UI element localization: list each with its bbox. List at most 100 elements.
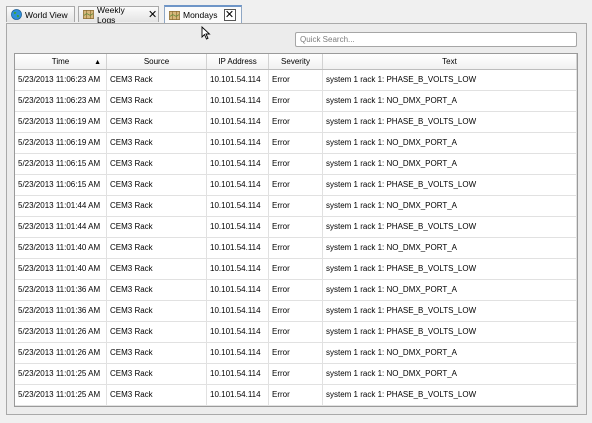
- cell-ip-address: 10.101.54.114: [207, 70, 269, 90]
- column-header-source[interactable]: Source: [107, 54, 207, 69]
- map-icon: [169, 10, 180, 20]
- cell-severity: Error: [269, 322, 323, 342]
- table-body: 5/23/2013 11:06:23 AM CEM3 Rack 10.101.54.…: [15, 70, 577, 406]
- table-row[interactable]: 5/23/2013 11:06:15 AM CEM3 Rack 10.101.54.…: [15, 175, 577, 196]
- cell-severity: Error: [269, 133, 323, 153]
- cell-source: CEM3 Rack: [107, 217, 207, 237]
- cell-time: 5/23/2013 11:01:26 AM: [15, 343, 107, 363]
- table-row[interactable]: 5/23/2013 11:06:23 AM CEM3 Rack 10.101.54.…: [15, 91, 577, 112]
- column-header-severity[interactable]: Severity: [269, 54, 323, 69]
- cell-time: 5/23/2013 11:01:25 AM: [15, 364, 107, 384]
- cell-source: CEM3 Rack: [107, 196, 207, 216]
- cell-severity: Error: [269, 70, 323, 90]
- cell-text: system 1 rack 1: PHASE_B_VOLTS_LOW: [323, 301, 577, 321]
- tab-label: Weekly Logs: [97, 4, 125, 25]
- cell-severity: Error: [269, 196, 323, 216]
- table-row[interactable]: 5/23/2013 11:06:19 AM CEM3 Rack 10.101.54.…: [15, 112, 577, 133]
- cell-time: 5/23/2013 11:01:36 AM: [15, 301, 107, 321]
- table-row[interactable]: 5/23/2013 11:01:36 AM CEM3 Rack 10.101.54.…: [15, 301, 577, 322]
- cell-source: CEM3 Rack: [107, 385, 207, 405]
- cell-time: 5/23/2013 11:01:25 AM: [15, 385, 107, 405]
- search-input[interactable]: [295, 32, 577, 47]
- table-row[interactable]: 5/23/2013 11:06:15 AM CEM3 Rack 10.101.54.…: [15, 154, 577, 175]
- cell-source: CEM3 Rack: [107, 364, 207, 384]
- cell-ip-address: 10.101.54.114: [207, 385, 269, 405]
- cell-severity: Error: [269, 343, 323, 363]
- cell-severity: Error: [269, 175, 323, 195]
- cell-text: system 1 rack 1: NO_DMX_PORT_A: [323, 154, 577, 174]
- map-icon: [83, 10, 94, 19]
- cell-ip-address: 10.101.54.114: [207, 280, 269, 300]
- cell-ip-address: 10.101.54.114: [207, 217, 269, 237]
- cell-time: 5/23/2013 11:01:44 AM: [15, 196, 107, 216]
- cell-ip-address: 10.101.54.114: [207, 154, 269, 174]
- table-row[interactable]: 5/23/2013 11:01:44 AM CEM3 Rack 10.101.54.…: [15, 196, 577, 217]
- cell-time: 5/23/2013 11:06:15 AM: [15, 175, 107, 195]
- table-row[interactable]: 5/23/2013 11:01:36 AM CEM3 Rack 10.101.54.…: [15, 280, 577, 301]
- cell-source: CEM3 Rack: [107, 322, 207, 342]
- table-row[interactable]: 5/23/2013 11:06:23 AM CEM3 Rack 10.101.54.…: [15, 70, 577, 91]
- cell-ip-address: 10.101.54.114: [207, 301, 269, 321]
- cell-ip-address: 10.101.54.114: [207, 175, 269, 195]
- column-header-ip-address[interactable]: IP Address: [207, 54, 269, 69]
- cell-ip-address: 10.101.54.114: [207, 364, 269, 384]
- cell-time: 5/23/2013 11:01:40 AM: [15, 238, 107, 258]
- cell-severity: Error: [269, 385, 323, 405]
- tab-weekly-logs[interactable]: Weekly Logs ✕: [78, 4, 159, 25]
- column-header-text[interactable]: Text: [323, 54, 577, 69]
- cell-ip-address: 10.101.54.114: [207, 133, 269, 153]
- cell-severity: Error: [269, 364, 323, 384]
- cell-text: system 1 rack 1: PHASE_B_VOLTS_LOW: [323, 70, 577, 90]
- cell-text: system 1 rack 1: PHASE_B_VOLTS_LOW: [323, 175, 577, 195]
- log-panel: Time ▲ Source IP Address Severity Text 5…: [6, 23, 587, 415]
- cell-severity: Error: [269, 154, 323, 174]
- table-row[interactable]: 5/23/2013 11:01:26 AM CEM3 Rack 10.101.54.…: [15, 322, 577, 343]
- cell-source: CEM3 Rack: [107, 175, 207, 195]
- tab-strip: World View Weekly Logs ✕ Mondays ✕: [6, 4, 586, 25]
- table-row[interactable]: 5/23/2013 11:01:25 AM CEM3 Rack 10.101.54.…: [15, 385, 577, 406]
- cell-ip-address: 10.101.54.114: [207, 259, 269, 279]
- table-row[interactable]: 5/23/2013 11:01:26 AM CEM3 Rack 10.101.54.…: [15, 343, 577, 364]
- table-row[interactable]: 5/23/2013 11:01:44 AM CEM3 Rack 10.101.54.…: [15, 217, 577, 238]
- cell-ip-address: 10.101.54.114: [207, 343, 269, 363]
- table-row[interactable]: 5/23/2013 11:01:40 AM CEM3 Rack 10.101.54.…: [15, 259, 577, 280]
- cell-source: CEM3 Rack: [107, 238, 207, 258]
- cell-text: system 1 rack 1: NO_DMX_PORT_A: [323, 91, 577, 111]
- cell-ip-address: 10.101.54.114: [207, 112, 269, 132]
- table-row[interactable]: 5/23/2013 11:01:25 AM CEM3 Rack 10.101.54.…: [15, 364, 577, 385]
- cell-text: system 1 rack 1: NO_DMX_PORT_A: [323, 238, 577, 258]
- cell-severity: Error: [269, 280, 323, 300]
- cell-text: system 1 rack 1: NO_DMX_PORT_A: [323, 133, 577, 153]
- table-row[interactable]: 5/23/2013 11:01:40 AM CEM3 Rack 10.101.54.…: [15, 238, 577, 259]
- globe-icon: [11, 9, 22, 20]
- cell-text: system 1 rack 1: PHASE_B_VOLTS_LOW: [323, 259, 577, 279]
- cell-severity: Error: [269, 238, 323, 258]
- cell-text: system 1 rack 1: PHASE_B_VOLTS_LOW: [323, 385, 577, 405]
- close-icon[interactable]: ✕: [147, 9, 158, 21]
- cell-severity: Error: [269, 217, 323, 237]
- cell-text: system 1 rack 1: PHASE_B_VOLTS_LOW: [323, 112, 577, 132]
- cell-source: CEM3 Rack: [107, 343, 207, 363]
- cell-text: system 1 rack 1: PHASE_B_VOLTS_LOW: [323, 322, 577, 342]
- cell-source: CEM3 Rack: [107, 91, 207, 111]
- column-header-time[interactable]: Time ▲: [15, 54, 107, 69]
- cell-source: CEM3 Rack: [107, 154, 207, 174]
- tab-world-view[interactable]: World View: [6, 6, 75, 22]
- cell-time: 5/23/2013 11:01:26 AM: [15, 322, 107, 342]
- cell-time: 5/23/2013 11:06:23 AM: [15, 91, 107, 111]
- table-header: Time ▲ Source IP Address Severity Text: [15, 54, 577, 70]
- table-row[interactable]: 5/23/2013 11:06:19 AM CEM3 Rack 10.101.54.…: [15, 133, 577, 154]
- cell-text: system 1 rack 1: NO_DMX_PORT_A: [323, 364, 577, 384]
- cell-ip-address: 10.101.54.114: [207, 196, 269, 216]
- cell-time: 5/23/2013 11:01:44 AM: [15, 217, 107, 237]
- log-table: Time ▲ Source IP Address Severity Text 5…: [14, 53, 578, 407]
- close-icon[interactable]: ✕: [223, 9, 236, 21]
- sort-up-icon: ▲: [94, 59, 101, 66]
- cell-time: 5/23/2013 11:01:36 AM: [15, 280, 107, 300]
- tab-mondays[interactable]: Mondays ✕: [164, 5, 242, 23]
- cell-time: 5/23/2013 11:06:15 AM: [15, 154, 107, 174]
- cell-ip-address: 10.101.54.114: [207, 91, 269, 111]
- cell-ip-address: 10.101.54.114: [207, 238, 269, 258]
- cell-source: CEM3 Rack: [107, 70, 207, 90]
- cell-time: 5/23/2013 11:01:40 AM: [15, 259, 107, 279]
